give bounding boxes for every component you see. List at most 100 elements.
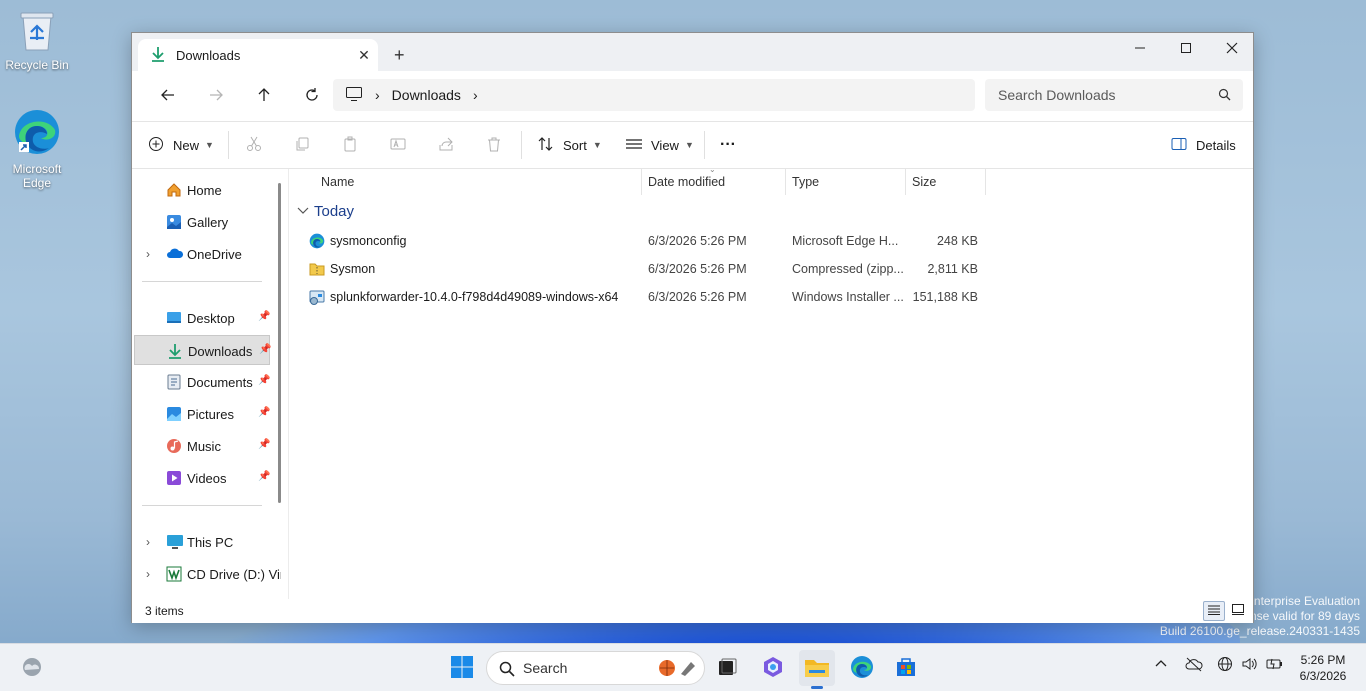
pictures-icon: [166, 406, 182, 425]
group-header-today[interactable]: Today: [297, 203, 354, 220]
column-header-name[interactable]: Name: [321, 169, 354, 195]
recycle-bin-icon: [1, 10, 73, 55]
new-button[interactable]: New ▼: [148, 122, 214, 168]
breadcrumb-separator[interactable]: ›: [473, 87, 478, 103]
up-button[interactable]: [240, 80, 288, 112]
tab-title: Downloads: [176, 47, 241, 63]
details-view-button[interactable]: [1203, 601, 1225, 621]
sidebar-item-this-pc[interactable]: › This PC: [134, 527, 270, 557]
tiles-view-button[interactable]: [1227, 601, 1249, 621]
sidebar-item-home[interactable]: Home: [134, 175, 270, 205]
widgets-button[interactable]: [14, 650, 50, 686]
clock-date: 6/3/2026: [1299, 669, 1347, 683]
back-button[interactable]: [144, 80, 192, 112]
address-bar[interactable]: › Downloads ›: [333, 79, 975, 111]
pin-icon[interactable]: 📌: [259, 344, 271, 355]
active-indicator: [811, 686, 823, 689]
sidebar-item-gallery[interactable]: Gallery: [134, 207, 270, 237]
battery-icon[interactable]: [1265, 656, 1283, 675]
sidebar-item-desktop[interactable]: Desktop 📌: [134, 303, 270, 333]
close-button[interactable]: [1209, 33, 1255, 63]
table-row[interactable]: sysmonconfig 6/3/2026 5:26 PM Microsoft …: [289, 227, 989, 255]
arrow-left-icon: [160, 87, 176, 106]
more-options-button[interactable]: ···: [720, 122, 736, 168]
chevron-right-icon[interactable]: ›: [146, 567, 150, 581]
desktop-icon-label: Microsoft Edge: [12, 162, 62, 190]
chevron-down-icon: [297, 203, 309, 220]
cut-button[interactable]: [246, 122, 262, 168]
desktop-folder-icon: [166, 310, 182, 329]
copy-button[interactable]: [294, 122, 310, 168]
chevron-down-icon: ▼: [684, 140, 694, 150]
edge-taskbar-button[interactable]: [844, 650, 880, 686]
sidebar-item-music[interactable]: Music 📌: [134, 431, 270, 461]
breadcrumb-separator[interactable]: ›: [375, 87, 380, 103]
column-header-size[interactable]: Size: [912, 169, 936, 195]
toolbar-divider: [704, 131, 705, 159]
taskbar-search[interactable]: Search: [486, 651, 705, 685]
pin-icon[interactable]: 📌: [258, 407, 270, 418]
column-divider[interactable]: [785, 169, 786, 195]
file-explorer-taskbar-button[interactable]: [799, 650, 835, 689]
desktop-icon-edge[interactable]: Microsoft Edge: [1, 108, 73, 190]
sort-icon: [537, 136, 555, 155]
sort-label: Sort: [563, 137, 587, 153]
rename-button[interactable]: [390, 122, 406, 168]
task-view-button[interactable]: [709, 650, 745, 686]
table-row[interactable]: splunkforwarder-10.4.0-f798d4d49089-wind…: [289, 283, 989, 311]
command-bar: New ▼ Sort ▼ View ▼ ··· Details: [132, 121, 1253, 169]
refresh-button[interactable]: [288, 80, 336, 112]
chevron-down-icon: ▼: [592, 140, 602, 150]
maximize-button[interactable]: [1163, 33, 1209, 63]
minimize-button[interactable]: [1117, 33, 1163, 63]
copilot-button[interactable]: [755, 650, 791, 686]
search-icon: [499, 661, 515, 680]
sidebar-item-videos[interactable]: Videos 📌: [134, 463, 270, 493]
pin-icon[interactable]: 📌: [258, 471, 270, 482]
file-name: Sysmon: [330, 262, 376, 276]
chevron-right-icon[interactable]: ›: [146, 535, 150, 549]
column-divider[interactable]: [905, 169, 906, 195]
view-button[interactable]: View ▼: [625, 122, 694, 168]
volume-icon[interactable]: [1241, 656, 1259, 675]
tab-close-button[interactable]: ✕: [350, 47, 378, 64]
navigation-pane: Home Gallery › OneDrive Desktop 📌 Downlo…: [132, 169, 281, 599]
sidebar-item-cd-drive[interactable]: › CD Drive (D:) Vir: [134, 559, 281, 589]
toolbar-divider: [521, 131, 522, 159]
toolbar-divider: [228, 131, 229, 159]
pin-icon[interactable]: 📌: [258, 439, 270, 450]
paste-button[interactable]: [342, 122, 358, 168]
sidebar-item-pictures[interactable]: Pictures 📌: [134, 399, 270, 429]
network-globe-icon[interactable]: [1217, 656, 1233, 675]
video-icon: [166, 470, 182, 489]
sort-button[interactable]: Sort ▼: [537, 122, 602, 168]
task-view-icon: [716, 656, 738, 681]
column-header-type[interactable]: Type: [792, 169, 819, 195]
tab-downloads[interactable]: Downloads ✕: [138, 39, 378, 71]
details-pane-button[interactable]: Details: [1171, 122, 1236, 168]
search-input[interactable]: Search Downloads: [985, 79, 1243, 111]
share-button[interactable]: [438, 122, 454, 168]
column-divider[interactable]: [641, 169, 642, 195]
store-taskbar-button[interactable]: [888, 650, 924, 686]
file-date: 6/3/2026 5:26 PM: [648, 262, 747, 276]
column-divider[interactable]: [985, 169, 986, 195]
pin-icon[interactable]: 📌: [258, 311, 270, 322]
pin-icon[interactable]: 📌: [258, 375, 270, 386]
delete-button[interactable]: [486, 122, 502, 168]
show-hidden-icons-button[interactable]: [1154, 656, 1168, 673]
cloud-offline-icon[interactable]: [1185, 656, 1203, 675]
chevron-right-icon[interactable]: ›: [146, 247, 150, 261]
file-date: 6/3/2026 5:26 PM: [648, 290, 747, 304]
sidebar-item-downloads[interactable]: Downloads 📌: [134, 335, 271, 365]
sidebar-scrollbar[interactable]: [278, 183, 281, 503]
new-tab-button[interactable]: +: [394, 45, 405, 66]
table-row[interactable]: Sysmon 6/3/2026 5:26 PM Compressed (zipp…: [289, 255, 989, 283]
sidebar-item-onedrive[interactable]: › OneDrive: [134, 239, 270, 269]
start-button[interactable]: [444, 650, 480, 686]
forward-button[interactable]: [192, 80, 240, 112]
system-clock[interactable]: 5:26 PM 6/3/2026: [1290, 652, 1356, 684]
desktop-icon-recycle-bin[interactable]: Recycle Bin: [1, 10, 73, 72]
breadcrumb-downloads[interactable]: Downloads: [392, 87, 461, 103]
sidebar-item-documents[interactable]: Documents 📌: [134, 367, 270, 397]
